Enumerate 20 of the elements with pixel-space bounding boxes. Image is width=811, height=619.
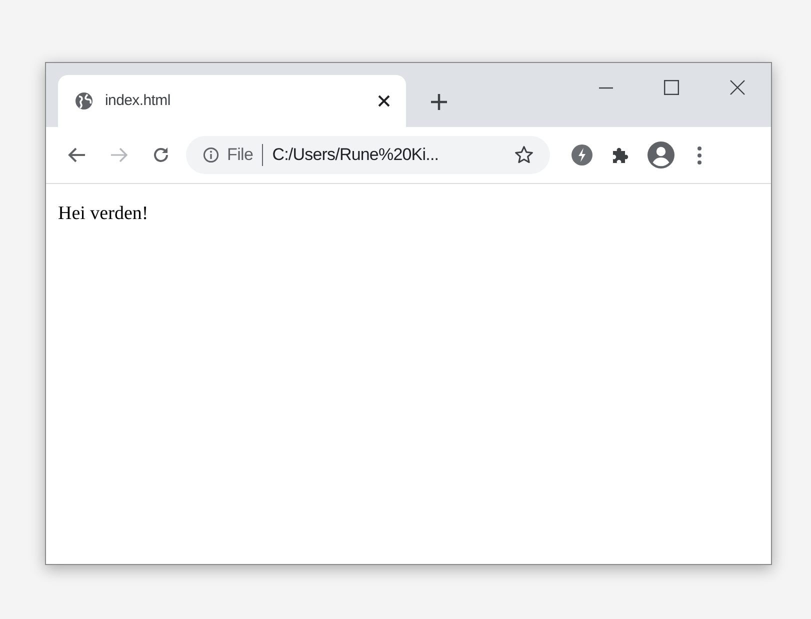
menu-icon[interactable]: [697, 146, 702, 164]
info-icon[interactable]: [203, 147, 219, 163]
minimize-icon[interactable]: [599, 87, 613, 89]
globe-icon: [75, 92, 93, 110]
close-icon[interactable]: [730, 80, 745, 95]
lightning-bolt-icon[interactable]: [571, 144, 593, 166]
profile-icon[interactable]: [647, 141, 675, 169]
page-text: Hei verden!: [58, 202, 150, 226]
maximize-icon[interactable]: [664, 80, 679, 95]
new-tab-icon[interactable]: [430, 93, 448, 111]
browser-tab[interactable]: index.html: [58, 75, 406, 127]
star-icon[interactable]: [514, 145, 534, 165]
url-text: C:/Users/Rune%20Ki...: [272, 144, 439, 166]
tab-title: index.html: [105, 90, 170, 111]
close-tab-icon[interactable]: [378, 95, 390, 107]
address-bar[interactable]: File C:/Users/Rune%20Ki...: [186, 136, 550, 174]
reload-icon[interactable]: [152, 146, 170, 164]
scheme-label: File: [227, 144, 254, 166]
puzzle-piece-icon[interactable]: [611, 146, 629, 164]
back-icon[interactable]: [68, 147, 86, 163]
